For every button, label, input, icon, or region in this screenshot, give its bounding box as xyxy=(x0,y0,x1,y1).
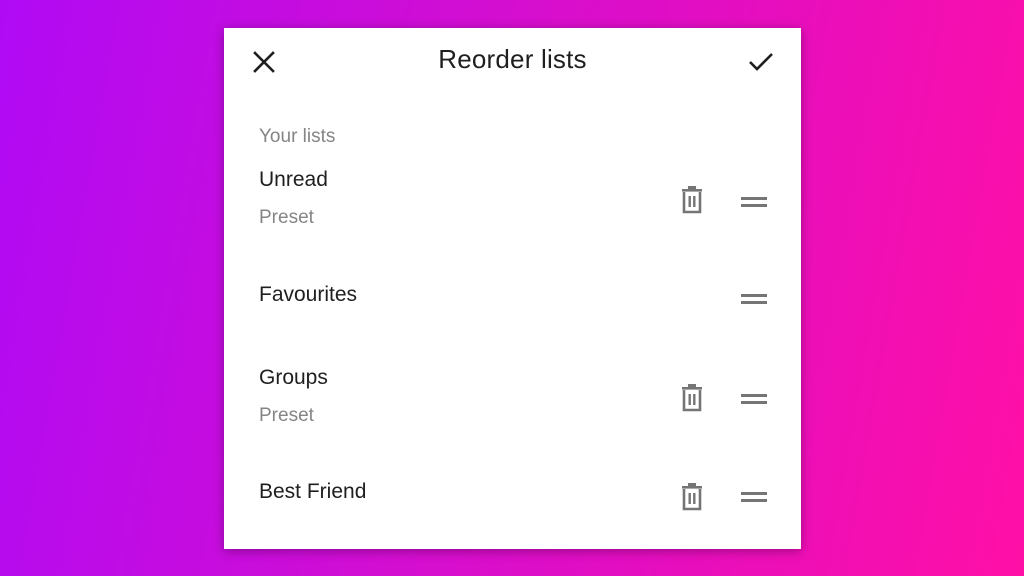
list-item[interactable]: Favourites xyxy=(224,283,801,333)
dialog-header: Reorder lists xyxy=(224,28,801,92)
list-item-title: Favourites xyxy=(259,283,358,306)
section-label: Your lists xyxy=(259,126,336,147)
list-item[interactable]: Best Friend xyxy=(224,480,801,530)
delete-button[interactable] xyxy=(679,383,705,413)
drag-handle[interactable] xyxy=(741,195,767,209)
trash-icon xyxy=(682,483,702,511)
list-item-title: Best Friend xyxy=(259,480,367,503)
drag-handle-icon xyxy=(741,394,767,404)
list-item[interactable]: Groups Preset xyxy=(224,366,801,456)
drag-handle[interactable] xyxy=(741,490,767,504)
delete-button[interactable] xyxy=(679,482,705,512)
trash-icon xyxy=(682,384,702,412)
dialog-title: Reorder lists xyxy=(438,44,587,74)
list-item[interactable]: Unread Preset xyxy=(224,168,801,258)
drag-handle-icon xyxy=(741,492,767,502)
delete-button[interactable] xyxy=(679,185,705,215)
list-item-title: Unread xyxy=(259,168,328,191)
confirm-button[interactable] xyxy=(747,48,775,76)
trash-icon xyxy=(682,186,702,214)
drag-handle[interactable] xyxy=(741,292,767,306)
list-item-title: Groups xyxy=(259,366,328,389)
drag-handle-icon xyxy=(741,294,767,304)
list-item-subtitle: Preset xyxy=(259,405,314,426)
check-icon xyxy=(749,53,773,71)
reorder-lists-dialog: Reorder lists Your lists Unread Preset F… xyxy=(224,28,801,549)
list-item-subtitle: Preset xyxy=(259,207,314,228)
drag-handle[interactable] xyxy=(741,392,767,406)
drag-handle-icon xyxy=(741,197,767,207)
